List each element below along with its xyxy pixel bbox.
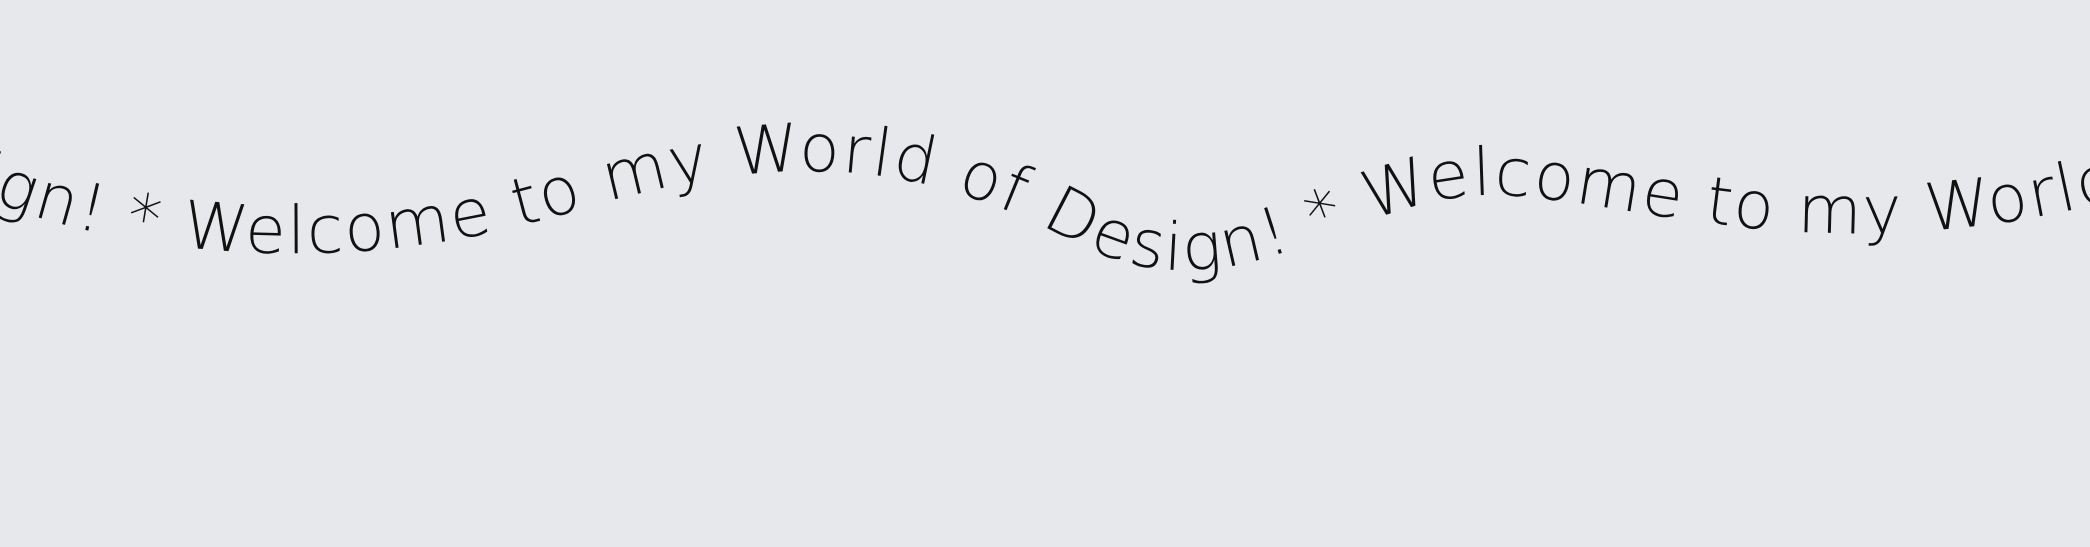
wavy-text-canvas: sign! * Welcome to my World of Design! *…: [0, 0, 2090, 287]
wavy-text-banner: sign! * Welcome to my World of Design! *…: [0, 0, 2090, 547]
welcome-marquee-text: sign! * Welcome to my World of Design! *…: [0, 0, 2090, 287]
welcome-marquee-textpath: sign! * Welcome to my World of Design! *…: [0, 0, 2090, 287]
